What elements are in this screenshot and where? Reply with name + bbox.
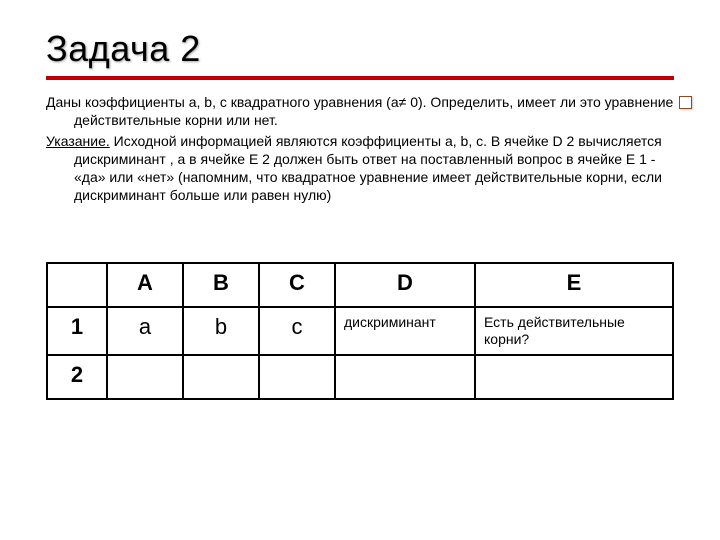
row-label-2: 2 bbox=[47, 355, 107, 399]
cell-D1: дискриминант bbox=[335, 307, 475, 355]
col-header-B: B bbox=[183, 263, 259, 307]
table-header-row: A B C D E bbox=[47, 263, 673, 307]
slide: Задача 2 Даны коэффициенты a, b, c квадр… bbox=[0, 0, 720, 540]
header-blank bbox=[47, 263, 107, 307]
table-row: 2 bbox=[47, 355, 673, 399]
col-header-C: C bbox=[259, 263, 335, 307]
cell-A1: a bbox=[107, 307, 183, 355]
col-header-E: E bbox=[475, 263, 673, 307]
body-text: Даны коэффициенты a, b, c квадратного ур… bbox=[46, 94, 674, 204]
col-header-A: A bbox=[107, 263, 183, 307]
table-row: 1 a b c дискриминант Есть действительные… bbox=[47, 307, 673, 355]
paragraph-2: Указание. Исходной информацией являются … bbox=[46, 133, 674, 205]
slide-title: Задача 2 bbox=[46, 28, 674, 70]
cell-B1: b bbox=[183, 307, 259, 355]
cell-C1: c bbox=[259, 307, 335, 355]
spreadsheet-table: A B C D E 1 a b c дискриминант Есть дейс… bbox=[46, 262, 674, 400]
title-underline bbox=[46, 76, 674, 80]
cell-D2 bbox=[335, 355, 475, 399]
row-label-1: 1 bbox=[47, 307, 107, 355]
hint-label: Указание. bbox=[46, 133, 110, 149]
cell-C2 bbox=[259, 355, 335, 399]
cell-E2 bbox=[475, 355, 673, 399]
paragraph-1: Даны коэффициенты a, b, c квадратного ур… bbox=[46, 94, 674, 130]
cell-E1: Есть действительные корни? bbox=[475, 307, 673, 355]
cell-B2 bbox=[183, 355, 259, 399]
col-header-D: D bbox=[335, 263, 475, 307]
hint-text: Исходной информацией являются коэффициен… bbox=[74, 133, 662, 203]
cell-A2 bbox=[107, 355, 183, 399]
legend-box-icon bbox=[679, 96, 692, 109]
